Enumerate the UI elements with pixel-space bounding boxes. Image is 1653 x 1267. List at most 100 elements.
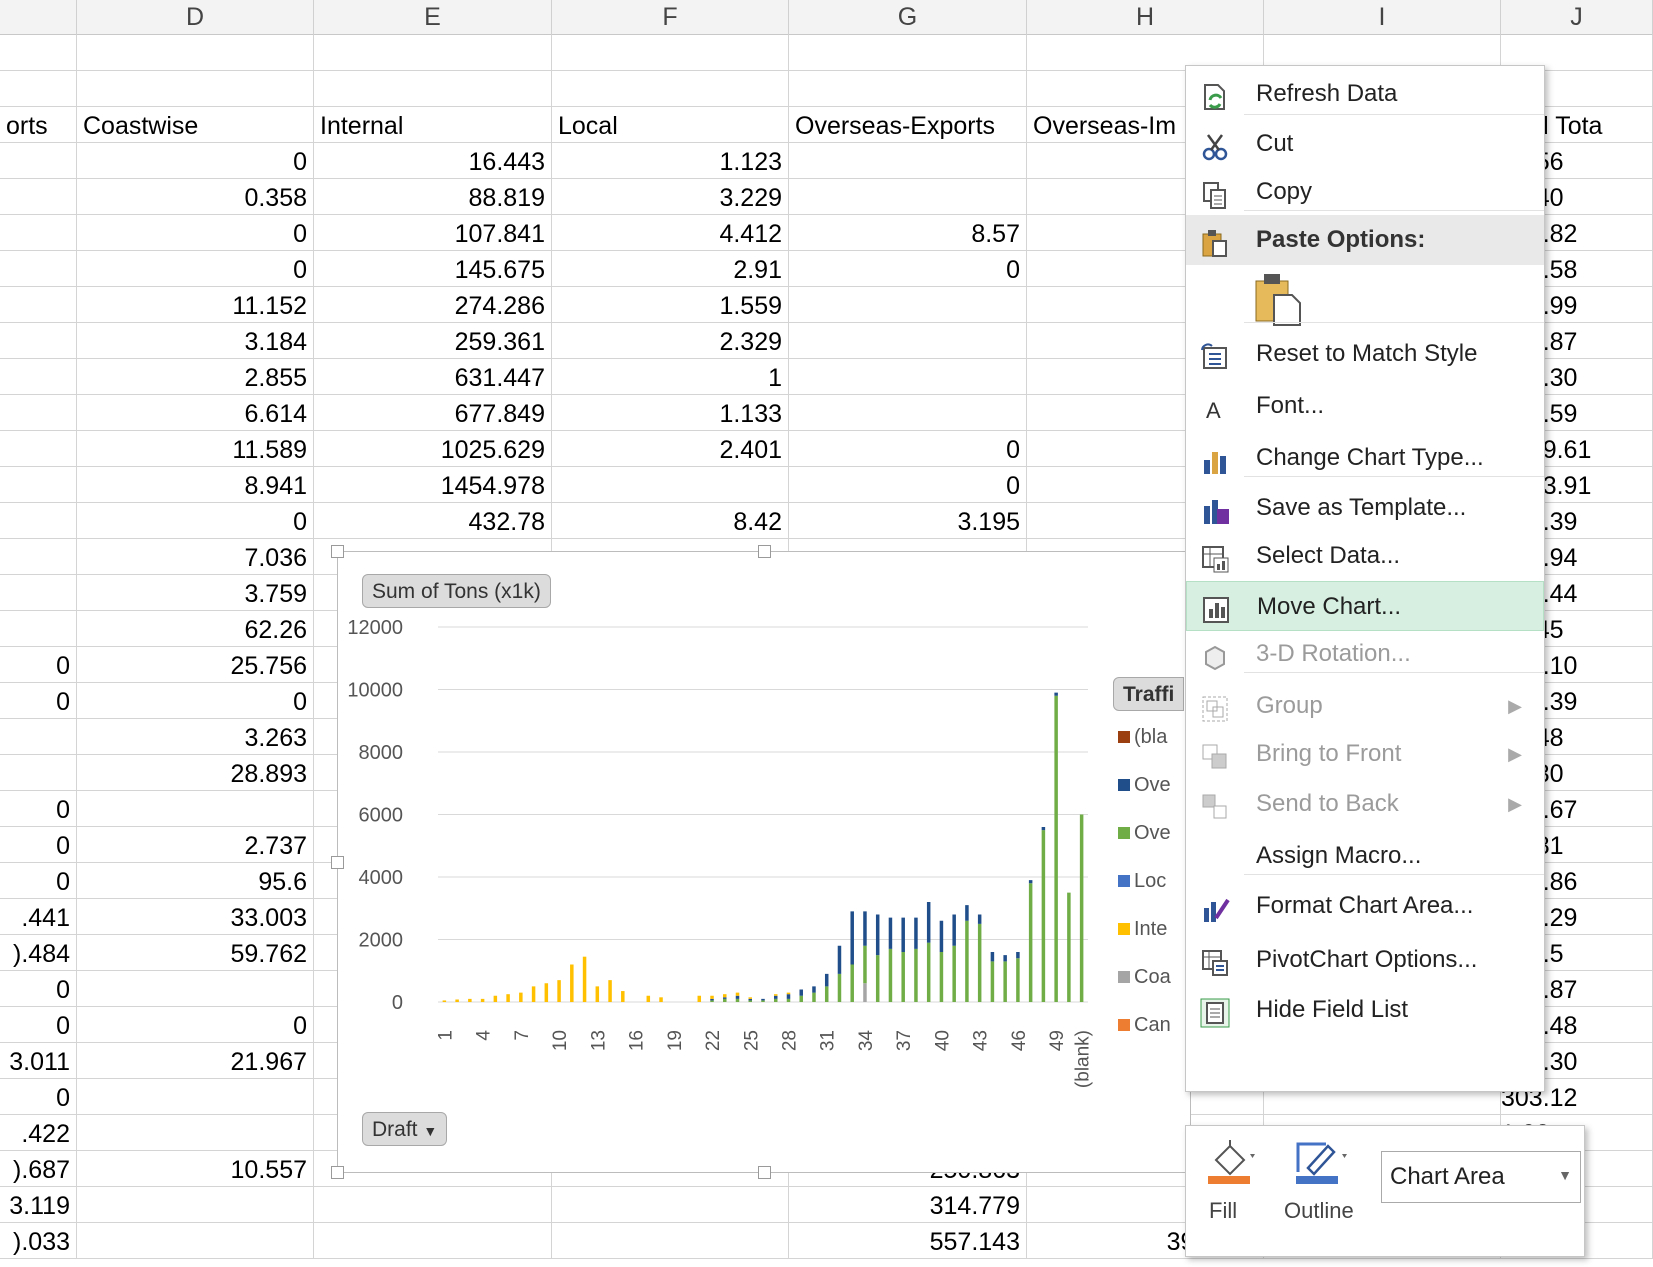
data-cell[interactable] bbox=[552, 35, 789, 71]
menu-save-template[interactable]: Save as Template... bbox=[1186, 483, 1544, 533]
data-cell[interactable] bbox=[789, 323, 1027, 359]
bar-segment[interactable] bbox=[850, 964, 854, 1003]
data-cell[interactable]: 557.143 bbox=[789, 1223, 1027, 1259]
data-cell[interactable] bbox=[789, 179, 1027, 215]
bar-segment[interactable] bbox=[812, 986, 816, 993]
column-header-partial[interactable] bbox=[0, 0, 77, 35]
data-cell[interactable]: 0 bbox=[77, 683, 314, 719]
data-cell[interactable]: .441 bbox=[0, 899, 77, 935]
menu-font[interactable]: A Font... bbox=[1186, 381, 1544, 431]
menu-format-chart-area[interactable]: Format Chart Area... bbox=[1186, 881, 1544, 931]
data-cell[interactable] bbox=[77, 1223, 314, 1259]
menu-reset-style[interactable]: Reset to Match Style bbox=[1186, 329, 1544, 379]
bar-segment[interactable] bbox=[480, 998, 485, 1002]
bar-segment[interactable] bbox=[977, 914, 982, 924]
menu-select-data[interactable]: Select Data... bbox=[1186, 531, 1544, 581]
data-cell[interactable]: 3.195 bbox=[789, 503, 1027, 539]
bar-segment[interactable] bbox=[850, 911, 854, 965]
legend-field-button[interactable]: Traffi bbox=[1113, 677, 1185, 711]
legend-entry[interactable]: Inte bbox=[1118, 917, 1167, 941]
menu-send-back[interactable]: Send to Back ▶ bbox=[1186, 779, 1544, 829]
bar-segment[interactable] bbox=[786, 998, 791, 1002]
pivot-chart[interactable]: Sum of Tons (x1k) Draft ▼ 12000 10000 8000… bbox=[331, 545, 1191, 1179]
bar-segment[interactable] bbox=[735, 998, 740, 1002]
data-cell[interactable] bbox=[0, 359, 77, 395]
bar-segment[interactable] bbox=[952, 914, 956, 946]
data-cell[interactable]: 0.358 bbox=[77, 179, 314, 215]
bar-segment[interactable] bbox=[1054, 692, 1058, 696]
data-cell[interactable] bbox=[0, 179, 77, 215]
data-cell[interactable]: 10.557 bbox=[77, 1151, 314, 1187]
data-cell[interactable] bbox=[77, 71, 314, 107]
bar-segment[interactable] bbox=[659, 997, 663, 1002]
data-cell[interactable] bbox=[0, 575, 77, 611]
data-cell[interactable] bbox=[314, 1187, 552, 1223]
column-header-j[interactable]: J bbox=[1501, 0, 1653, 35]
bar-segment[interactable] bbox=[735, 995, 740, 999]
data-cell[interactable]: 3.011 bbox=[0, 1043, 77, 1079]
data-cell[interactable] bbox=[0, 431, 77, 467]
bar-segment[interactable] bbox=[723, 994, 727, 998]
data-cell[interactable]: .422 bbox=[0, 1115, 77, 1151]
bar-segment[interactable] bbox=[582, 956, 587, 1002]
bar-segment[interactable] bbox=[965, 920, 969, 1002]
menu-cut[interactable]: Cut bbox=[1186, 119, 1544, 169]
bar-segment[interactable] bbox=[888, 948, 893, 1002]
data-cell[interactable]: ).687 bbox=[0, 1151, 77, 1187]
data-cell[interactable] bbox=[0, 503, 77, 539]
data-cell[interactable]: 1 bbox=[552, 359, 789, 395]
data-cell[interactable] bbox=[77, 1079, 314, 1115]
bar-segment[interactable] bbox=[646, 995, 651, 1002]
data-cell[interactable]: 1.559 bbox=[552, 287, 789, 323]
bar-segment[interactable] bbox=[799, 995, 803, 1002]
data-cell[interactable]: 0 bbox=[0, 827, 77, 863]
bar-segment[interactable] bbox=[748, 997, 753, 999]
data-cell[interactable]: 314.779 bbox=[789, 1187, 1027, 1223]
data-cell[interactable]: 259.361 bbox=[314, 323, 552, 359]
data-cell[interactable]: 0 bbox=[0, 971, 77, 1007]
legend-entry[interactable]: (bla bbox=[1118, 725, 1167, 749]
data-cell[interactable]: 1454.978 bbox=[314, 467, 552, 503]
data-cell[interactable]: 631.447 bbox=[314, 359, 552, 395]
bar-segment[interactable] bbox=[710, 1000, 714, 1002]
bar-segment[interactable] bbox=[1041, 827, 1046, 831]
data-cell[interactable]: 2.855 bbox=[77, 359, 314, 395]
bar-segment[interactable] bbox=[531, 986, 536, 1002]
bar-segment[interactable] bbox=[748, 998, 753, 1001]
bar-segment[interactable] bbox=[914, 917, 918, 949]
data-cell[interactable]: 0 bbox=[0, 683, 77, 719]
bar-segment[interactable] bbox=[1003, 955, 1007, 962]
data-cell[interactable]: 2.737 bbox=[77, 827, 314, 863]
bar-segment[interactable] bbox=[1041, 830, 1046, 1002]
bar-segment[interactable] bbox=[468, 998, 472, 1002]
data-cell[interactable]: 0 bbox=[789, 431, 1027, 467]
bar-segment[interactable] bbox=[837, 945, 842, 974]
bar-segment[interactable] bbox=[977, 923, 982, 1002]
data-cell[interactable] bbox=[0, 755, 77, 791]
data-cell[interactable]: 2.401 bbox=[552, 431, 789, 467]
data-cell[interactable]: 95.6 bbox=[77, 863, 314, 899]
bar-segment[interactable] bbox=[939, 952, 944, 1002]
header-cell[interactable]: Internal bbox=[314, 107, 552, 143]
data-cell[interactable]: 0 bbox=[0, 863, 77, 899]
bar-segment[interactable] bbox=[595, 986, 600, 1002]
bar-segment[interactable] bbox=[697, 995, 702, 1002]
chart-element-dropdown[interactable]: Chart Area ▼ bbox=[1381, 1151, 1581, 1203]
header-cell[interactable]: Coastwise bbox=[77, 107, 314, 143]
bar-segment[interactable] bbox=[621, 991, 625, 1002]
data-cell[interactable]: 21.967 bbox=[77, 1043, 314, 1079]
data-cell[interactable]: 62.26 bbox=[77, 611, 314, 647]
data-cell[interactable]: 3.229 bbox=[552, 179, 789, 215]
bar-segment[interactable] bbox=[786, 992, 791, 995]
data-cell[interactable] bbox=[789, 35, 1027, 71]
bar-segment[interactable] bbox=[570, 964, 574, 1003]
header-cell[interactable]: orts bbox=[0, 107, 77, 143]
bar-segment[interactable] bbox=[824, 986, 829, 1002]
bar-segment[interactable] bbox=[1028, 880, 1033, 884]
header-cell[interactable]: Local bbox=[552, 107, 789, 143]
bar-segment[interactable] bbox=[748, 1000, 753, 1002]
data-cell[interactable]: 3.263 bbox=[77, 719, 314, 755]
data-cell[interactable]: 0 bbox=[0, 791, 77, 827]
data-cell[interactable]: 11.152 bbox=[77, 287, 314, 323]
data-cell[interactable]: 0 bbox=[0, 647, 77, 683]
